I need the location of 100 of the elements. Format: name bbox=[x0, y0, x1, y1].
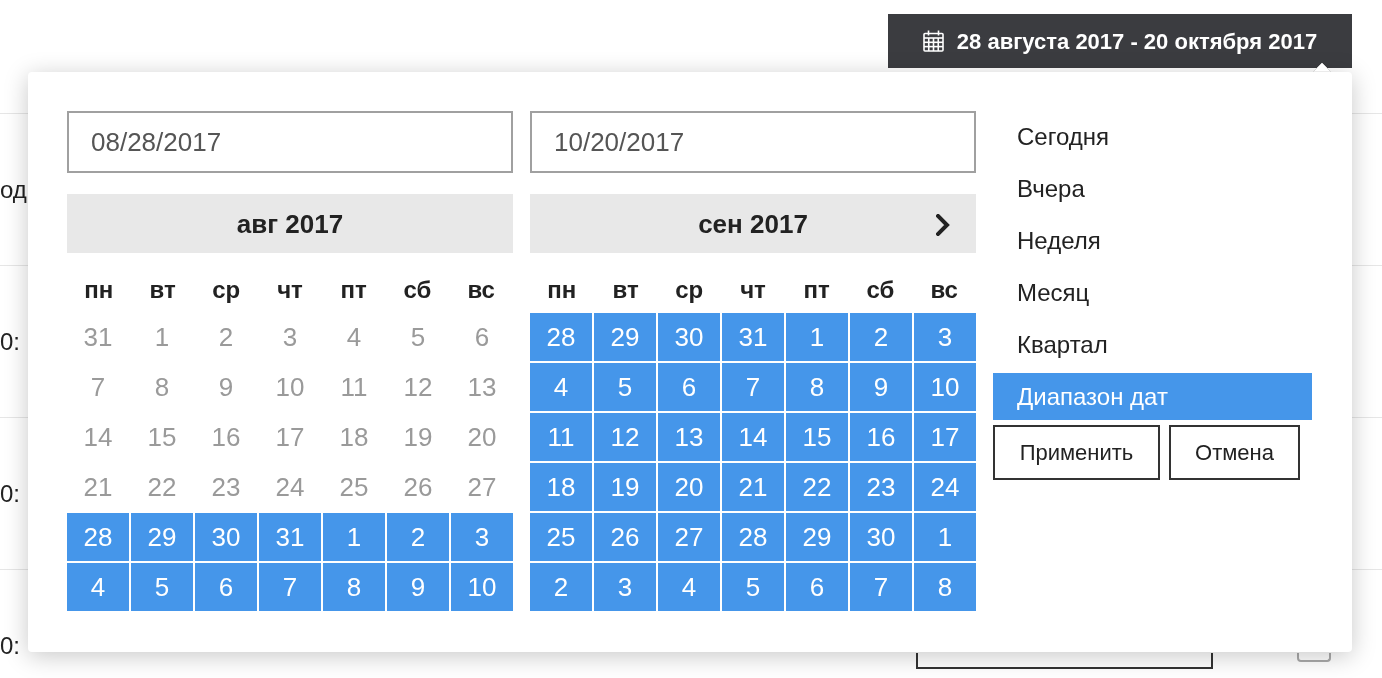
day-cell[interactable]: 12 bbox=[387, 363, 449, 411]
day-cell[interactable]: 23 bbox=[195, 463, 257, 511]
day-cell[interactable]: 14 bbox=[67, 413, 129, 461]
day-cell[interactable]: 8 bbox=[786, 363, 848, 411]
day-cell[interactable]: 24 bbox=[914, 463, 976, 511]
range-option[interactable]: Месяц bbox=[993, 269, 1312, 316]
day-cell[interactable]: 19 bbox=[594, 463, 656, 511]
day-cell[interactable]: 31 bbox=[722, 313, 784, 361]
cancel-button[interactable]: Отмена bbox=[1169, 425, 1300, 480]
day-cell[interactable]: 3 bbox=[594, 563, 656, 611]
day-cell[interactable]: 18 bbox=[323, 413, 385, 461]
chevron-right-icon[interactable] bbox=[936, 214, 950, 236]
day-cell[interactable]: 29 bbox=[594, 313, 656, 361]
day-cell[interactable]: 17 bbox=[914, 413, 976, 461]
day-cell[interactable]: 28 bbox=[530, 313, 592, 361]
weekday-label: вт bbox=[149, 276, 176, 304]
day-cell[interactable]: 1 bbox=[914, 513, 976, 561]
day-cell[interactable]: 2 bbox=[530, 563, 592, 611]
day-cell[interactable]: 7 bbox=[67, 363, 129, 411]
day-cell[interactable]: 27 bbox=[451, 463, 513, 511]
day-cell[interactable]: 29 bbox=[131, 513, 193, 561]
day-cell[interactable]: 6 bbox=[786, 563, 848, 611]
day-cell[interactable]: 4 bbox=[323, 313, 385, 361]
apply-button[interactable]: Применить bbox=[993, 425, 1160, 480]
day-cell[interactable]: 10 bbox=[451, 563, 513, 611]
day-cell[interactable]: 22 bbox=[131, 463, 193, 511]
day-cell[interactable]: 6 bbox=[195, 563, 257, 611]
day-cell[interactable]: 13 bbox=[658, 413, 720, 461]
day-cell[interactable]: 30 bbox=[850, 513, 912, 561]
range-option[interactable]: Квартал bbox=[993, 321, 1312, 368]
day-cell[interactable]: 8 bbox=[323, 563, 385, 611]
day-cell[interactable]: 5 bbox=[594, 363, 656, 411]
day-cell[interactable]: 7 bbox=[259, 563, 321, 611]
date-field[interactable]: 08/28/2017 bbox=[67, 111, 513, 173]
day-cell[interactable]: 1 bbox=[786, 313, 848, 361]
day-cell[interactable]: 11 bbox=[323, 363, 385, 411]
day-cell[interactable]: 13 bbox=[451, 363, 513, 411]
day-cell[interactable]: 30 bbox=[195, 513, 257, 561]
day-cell[interactable]: 1 bbox=[131, 313, 193, 361]
day-cell[interactable]: 19 bbox=[387, 413, 449, 461]
day-cell[interactable]: 12 bbox=[594, 413, 656, 461]
day-cell[interactable]: 6 bbox=[658, 363, 720, 411]
range-option[interactable]: Диапазон дат bbox=[993, 373, 1312, 420]
day-cell[interactable]: 9 bbox=[850, 363, 912, 411]
day-cell[interactable]: 5 bbox=[722, 563, 784, 611]
range-option[interactable]: Сегодня bbox=[993, 113, 1312, 160]
day-cell[interactable]: 7 bbox=[722, 363, 784, 411]
day-cell[interactable]: 31 bbox=[259, 513, 321, 561]
day-cell[interactable]: 26 bbox=[594, 513, 656, 561]
day-cell[interactable]: 2 bbox=[850, 313, 912, 361]
day-cell[interactable]: 18 bbox=[530, 463, 592, 511]
day-cell[interactable]: 28 bbox=[722, 513, 784, 561]
day-cell[interactable]: 31 bbox=[67, 313, 129, 361]
day-cell[interactable]: 15 bbox=[131, 413, 193, 461]
day-cell[interactable]: 28 bbox=[67, 513, 129, 561]
day-cell[interactable]: 9 bbox=[195, 363, 257, 411]
day-cell[interactable]: 16 bbox=[850, 413, 912, 461]
day-cell[interactable]: 7 bbox=[850, 563, 912, 611]
day-cell[interactable]: 21 bbox=[67, 463, 129, 511]
day-cell[interactable]: 9 bbox=[387, 563, 449, 611]
range-option[interactable]: Неделя bbox=[993, 217, 1312, 264]
weekday-label: пт bbox=[340, 276, 367, 304]
day-cell[interactable]: 11 bbox=[530, 413, 592, 461]
day-cell[interactable]: 22 bbox=[786, 463, 848, 511]
day-cell[interactable]: 17 bbox=[259, 413, 321, 461]
day-cell[interactable]: 2 bbox=[387, 513, 449, 561]
date-range-button[interactable]: 28 августа 2017 - 20 октября 2017 bbox=[888, 14, 1352, 68]
day-cell[interactable]: 23 bbox=[850, 463, 912, 511]
weekday-label: чт bbox=[277, 276, 303, 304]
day-cell[interactable]: 2 bbox=[195, 313, 257, 361]
day-cell[interactable]: 29 bbox=[786, 513, 848, 561]
day-cell[interactable]: 21 bbox=[722, 463, 784, 511]
day-cell[interactable]: 20 bbox=[451, 413, 513, 461]
day-cell[interactable]: 3 bbox=[451, 513, 513, 561]
day-cell[interactable]: 1 bbox=[323, 513, 385, 561]
day-cell[interactable]: 4 bbox=[658, 563, 720, 611]
day-cell[interactable]: 5 bbox=[131, 563, 193, 611]
day-cell[interactable]: 6 bbox=[451, 313, 513, 361]
day-cell[interactable]: 25 bbox=[530, 513, 592, 561]
day-cell[interactable]: 3 bbox=[259, 313, 321, 361]
day-cell[interactable]: 8 bbox=[131, 363, 193, 411]
day-cell[interactable]: 4 bbox=[530, 363, 592, 411]
day-cell[interactable]: 8 bbox=[914, 563, 976, 611]
day-cell[interactable]: 3 bbox=[914, 313, 976, 361]
day-cell[interactable]: 4 bbox=[67, 563, 129, 611]
date-field[interactable]: 10/20/2017 bbox=[530, 111, 976, 173]
day-cell[interactable]: 15 bbox=[786, 413, 848, 461]
day-cell[interactable]: 10 bbox=[259, 363, 321, 411]
day-cell[interactable]: 30 bbox=[658, 313, 720, 361]
day-cell[interactable]: 24 bbox=[259, 463, 321, 511]
month-title: авг 2017 bbox=[236, 208, 344, 239]
day-cell[interactable]: 14 bbox=[722, 413, 784, 461]
day-cell[interactable]: 26 bbox=[387, 463, 449, 511]
day-cell[interactable]: 25 bbox=[323, 463, 385, 511]
range-option[interactable]: Вчера bbox=[993, 165, 1312, 212]
day-cell[interactable]: 10 bbox=[914, 363, 976, 411]
day-cell[interactable]: 27 bbox=[658, 513, 720, 561]
day-cell[interactable]: 20 bbox=[658, 463, 720, 511]
day-cell[interactable]: 16 bbox=[195, 413, 257, 461]
day-cell[interactable]: 5 bbox=[387, 313, 449, 361]
